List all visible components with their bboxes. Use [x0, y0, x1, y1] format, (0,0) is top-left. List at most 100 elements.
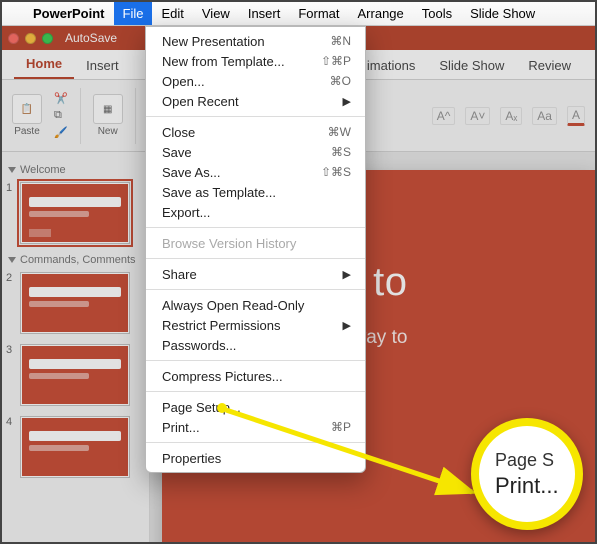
divider	[135, 88, 136, 144]
slide-number: 3	[6, 344, 14, 356]
menu-item-label: Save as Template...	[162, 185, 351, 200]
section-label: Welcome	[20, 164, 66, 176]
menu-item-compress-pictures[interactable]: Compress Pictures...	[146, 366, 365, 386]
tab-review[interactable]: Review	[516, 52, 583, 79]
section-welcome[interactable]: Welcome	[8, 164, 145, 176]
menu-item-label: Save As...	[162, 165, 321, 180]
menu-tools[interactable]: Tools	[413, 2, 461, 25]
submenu-arrow-icon: ▶	[343, 319, 351, 332]
menu-insert[interactable]: Insert	[239, 2, 290, 25]
format-painter-icon[interactable]: 🖌️	[54, 126, 68, 139]
menu-item-label: Print...	[162, 420, 331, 435]
menu-item-save-as[interactable]: Save As...⇧⌘S	[146, 162, 365, 182]
magnifier-line2: Print...	[495, 473, 575, 499]
menu-item-passwords[interactable]: Passwords...	[146, 335, 365, 355]
menu-shortcut: ⌘S	[331, 145, 351, 159]
menu-item-restrict-permissions[interactable]: Restrict Permissions ▶	[146, 315, 365, 335]
menu-separator	[146, 442, 365, 443]
tab-insert[interactable]: Insert	[74, 52, 131, 79]
menu-item-label: Share	[162, 267, 337, 282]
menu-shortcut: ⌘N	[330, 34, 351, 48]
section-label: Commands, Comments	[20, 254, 136, 266]
chevron-down-icon	[8, 167, 16, 173]
section-commands[interactable]: Commands, Comments	[8, 254, 145, 266]
chevron-down-icon	[8, 257, 16, 263]
menu-item-share[interactable]: Share ▶	[146, 264, 365, 284]
copy-icon[interactable]: ⧉	[54, 109, 68, 122]
mac-menubar: PowerPoint File Edit View Insert Format …	[2, 2, 595, 26]
menu-item-close[interactable]: Close⌘W	[146, 122, 365, 142]
menu-item-label: Open Recent	[162, 94, 337, 109]
menu-shortcut: ⌘P	[331, 420, 351, 434]
change-case[interactable]: Aa	[532, 107, 557, 125]
app-name: PowerPoint	[24, 6, 114, 21]
minimize-window-icon[interactable]	[25, 33, 36, 44]
zoom-window-icon[interactable]	[42, 33, 53, 44]
tab-slideshow[interactable]: Slide Show	[427, 52, 516, 79]
font-size-down[interactable]: A˅	[465, 107, 490, 125]
menu-item-label: Browse Version History	[162, 236, 351, 251]
slide-panel: Welcome 1 Commands, Comments 2 3 4	[2, 152, 150, 542]
menu-separator	[146, 289, 365, 290]
font-color[interactable]: A	[567, 106, 585, 126]
menu-item-label: Compress Pictures...	[162, 369, 351, 384]
menu-item-open-recent[interactable]: Open Recent▶	[146, 91, 365, 111]
menu-item-label: Export...	[162, 205, 351, 220]
menu-item-new-from-template[interactable]: New from Template...⇧⌘P	[146, 51, 365, 71]
menu-item-page-setup[interactable]: Page Setup...	[146, 397, 365, 417]
clipboard-icon: 📋	[12, 94, 42, 124]
menu-item-always-open-read-only[interactable]: Always Open Read-Only	[146, 295, 365, 315]
submenu-arrow-icon: ▶	[343, 268, 351, 281]
menu-file[interactable]: File	[114, 2, 153, 25]
menu-item-properties[interactable]: Properties	[146, 448, 365, 468]
menu-shortcut: ⇧⌘S	[321, 165, 351, 179]
magnifier-line1: Page S	[495, 450, 575, 471]
menu-separator	[146, 116, 365, 117]
paste-label: Paste	[14, 126, 40, 137]
close-window-icon[interactable]	[8, 33, 19, 44]
menu-separator	[146, 227, 365, 228]
menu-edit[interactable]: Edit	[152, 2, 192, 25]
new-slide-label1: New	[98, 126, 118, 137]
paste-button[interactable]: 📋 Paste	[12, 94, 42, 137]
font-controls: A^ A˅ Aₓ Aa A	[432, 106, 585, 126]
menu-shortcut: ⌘O	[330, 74, 351, 88]
menu-item-print[interactable]: Print...⌘P	[146, 417, 365, 437]
menu-format[interactable]: Format	[289, 2, 348, 25]
menu-view[interactable]: View	[193, 2, 239, 25]
cut-icon[interactable]: ✂️	[54, 92, 68, 105]
slide-thumb-1[interactable]: 1	[6, 182, 145, 244]
slide-number: 4	[6, 416, 14, 428]
menu-item-label: Open...	[162, 74, 330, 89]
new-slide-button[interactable]: ▦ New	[93, 94, 123, 137]
new-slide-icon: ▦	[93, 94, 123, 124]
menu-arrange[interactable]: Arrange	[349, 2, 413, 25]
divider	[80, 88, 81, 144]
menu-item-save[interactable]: Save⌘S	[146, 142, 365, 162]
thumb	[20, 416, 130, 478]
thumb	[20, 182, 130, 244]
thumb	[20, 272, 130, 334]
menu-item-label: Close	[162, 125, 328, 140]
slide-thumb-4[interactable]: 4	[6, 416, 145, 478]
menu-item-new-presentation[interactable]: New Presentation⌘N	[146, 31, 365, 51]
menu-item-label: Save	[162, 145, 331, 160]
menu-item-label: Always Open Read-Only	[162, 298, 351, 313]
menu-item-label: New Presentation	[162, 34, 330, 49]
slide-number: 1	[6, 182, 14, 194]
menu-shortcut: ⇧⌘P	[321, 54, 351, 68]
menu-item-open[interactable]: Open...⌘O	[146, 71, 365, 91]
autosave-label: AutoSave	[65, 31, 117, 45]
menu-item-save-as-template[interactable]: Save as Template...	[146, 182, 365, 202]
menu-item-export[interactable]: Export...	[146, 202, 365, 222]
menu-separator	[146, 391, 365, 392]
tab-home[interactable]: Home	[14, 50, 74, 79]
slide-thumb-2[interactable]: 2	[6, 272, 145, 334]
font-size-up[interactable]: A^	[432, 107, 456, 125]
slide-thumb-3[interactable]: 3	[6, 344, 145, 406]
file-menu-dropdown: New Presentation⌘NNew from Template...⇧⌘…	[145, 26, 366, 473]
menu-item-label: Restrict Permissions	[162, 318, 337, 333]
clear-format[interactable]: Aₓ	[500, 107, 522, 125]
slide-number: 2	[6, 272, 14, 284]
menu-slideshow[interactable]: Slide Show	[461, 2, 544, 25]
